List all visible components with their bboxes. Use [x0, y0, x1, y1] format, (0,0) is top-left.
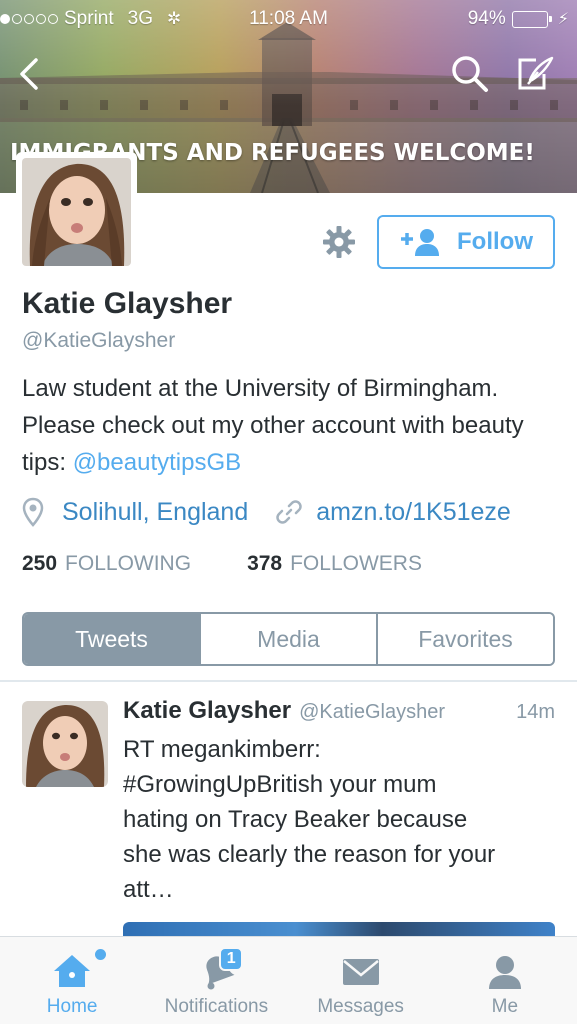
website-link[interactable]: amzn.to/1K51eze	[316, 498, 511, 527]
tab-media[interactable]: Media	[199, 614, 376, 664]
add-user-icon	[401, 229, 439, 256]
tabbar-notifications-label: Notifications	[164, 996, 269, 1017]
envelope-icon	[342, 959, 379, 985]
status-bar: Sprint 3G ✲ 11:08 AM 94% ⚡	[0, 0, 577, 38]
profile-tabs: Tweets Media Favorites	[22, 612, 555, 666]
battery-percent: 94%	[467, 8, 506, 29]
profile-meta: Solihull, England amzn.to/1K51eze	[22, 497, 511, 527]
follow-button[interactable]: Follow	[377, 215, 555, 269]
avatar-photo	[22, 158, 131, 266]
tabbar-messages[interactable]: Messages	[289, 937, 433, 1024]
followers-label: FOLLOWERS	[290, 552, 422, 575]
back-arrow-icon[interactable]	[10, 52, 54, 96]
tabbar-me-label: Me	[491, 996, 519, 1017]
tab-tweets[interactable]: Tweets	[24, 614, 199, 664]
tweet-header: Katie Glaysher @KatieGlaysher 14m	[123, 697, 555, 725]
follow-button-label: Follow	[457, 228, 533, 255]
tabbar-home-label: Home	[46, 996, 98, 1017]
followers-count: 378	[247, 552, 283, 575]
following-count: 250	[22, 552, 58, 575]
profile-handle: @KatieGlaysher	[22, 329, 176, 352]
tabbar-messages-label: Messages	[317, 996, 404, 1017]
tabbar-me[interactable]: Me	[433, 937, 577, 1024]
bottom-tab-bar: Home 1 Notifications Messages Me	[0, 936, 577, 1024]
tabbar-notifications[interactable]: 1 Notifications	[144, 937, 288, 1024]
link-icon	[276, 500, 302, 524]
notification-badge: 1	[219, 947, 244, 971]
home-icon	[54, 955, 91, 987]
profile-name: Katie Glaysher	[22, 287, 233, 320]
profile-bio: Law student at the University of Birming…	[22, 370, 562, 481]
tab-favorites[interactable]: Favorites	[376, 614, 553, 664]
profile-stats: 250 FOLLOWING 378 FOLLOWERS	[22, 552, 422, 576]
tweet-media-preview[interactable]	[123, 922, 555, 936]
tweet-author-name[interactable]: Katie Glaysher	[123, 697, 291, 725]
tweet-timestamp: 14m	[516, 701, 555, 723]
battery-icon	[511, 10, 552, 28]
location-pin-icon	[22, 497, 44, 527]
following-stat[interactable]: 250 FOLLOWING	[22, 552, 191, 576]
tweet-avatar[interactable]	[22, 701, 108, 787]
bio-mention-link[interactable]: @beautytipsGB	[73, 449, 241, 476]
new-content-dot	[95, 949, 106, 960]
search-icon[interactable]	[448, 52, 492, 96]
tweet-text[interactable]: RT megankimberr: #GrowingUpBritish your …	[123, 732, 563, 907]
followers-stat[interactable]: 378 FOLLOWERS	[247, 552, 422, 576]
gear-icon[interactable]	[322, 225, 356, 259]
divider	[0, 680, 577, 682]
following-label: FOLLOWING	[65, 552, 192, 575]
tweet-author-handle[interactable]: @KatieGlaysher	[299, 701, 445, 724]
profile-avatar[interactable]	[16, 152, 137, 272]
tabbar-home[interactable]: Home	[0, 937, 144, 1024]
person-icon	[488, 956, 521, 989]
charging-icon: ⚡	[557, 11, 569, 28]
compose-icon[interactable]	[512, 52, 556, 96]
location-text: Solihull, England	[62, 497, 249, 526]
